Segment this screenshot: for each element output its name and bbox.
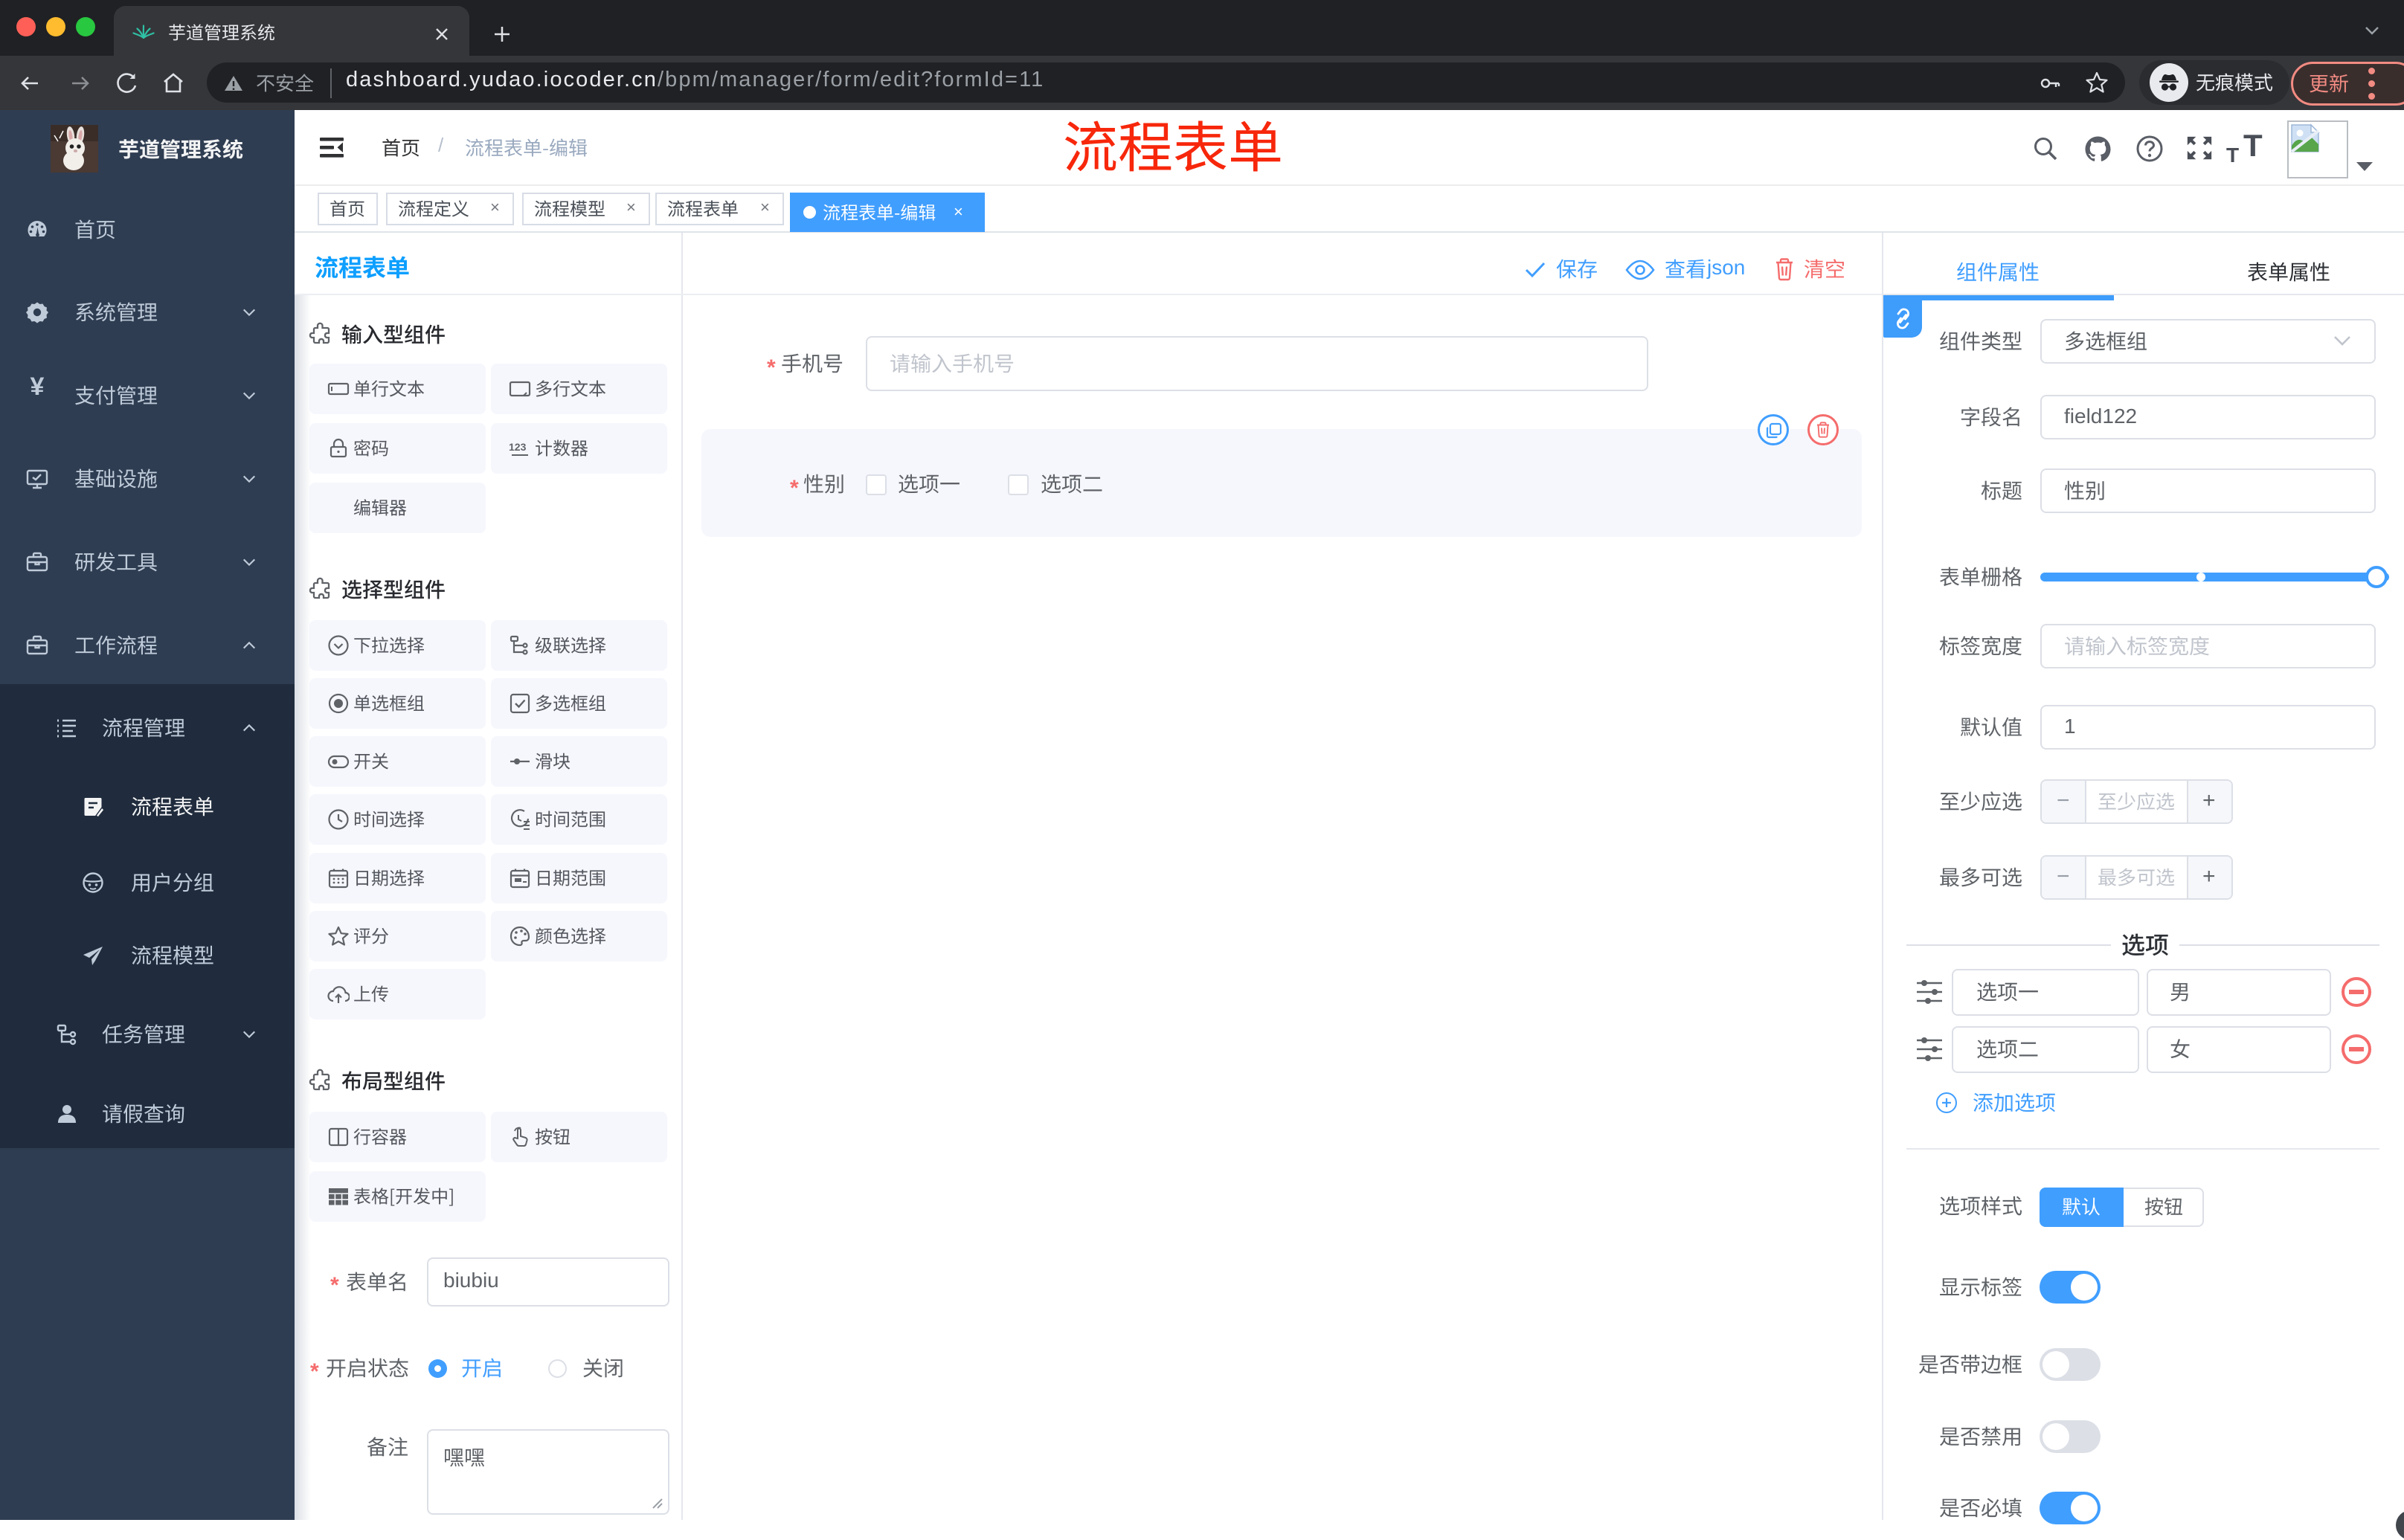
svg-text:123: 123: [509, 441, 527, 453]
